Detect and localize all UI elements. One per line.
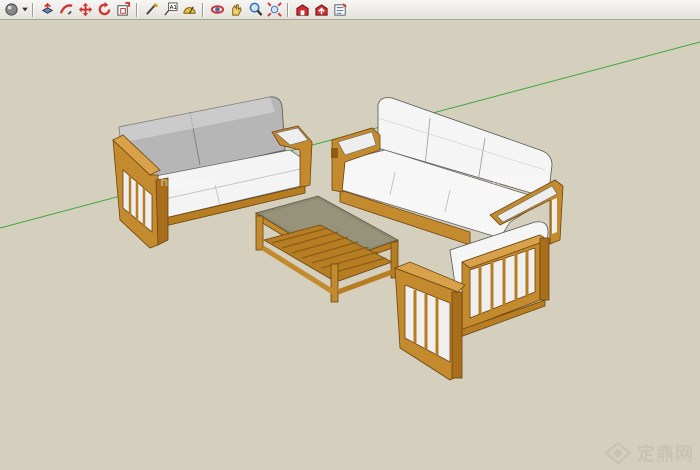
- follow-me-button[interactable]: [57, 1, 76, 19]
- protractor-icon: [183, 6, 196, 14]
- zoom-button[interactable]: [246, 1, 265, 19]
- armchair[interactable]: [393, 221, 550, 381]
- orbit-icon: [5, 3, 18, 16]
- site-watermark: 定鼎网: [605, 440, 694, 466]
- warehouse-icon: [296, 4, 309, 16]
- model-viewport[interactable]: hibimer hibimer 定鼎网: [0, 21, 700, 470]
- toolbar-group-warehouse: [293, 1, 350, 19]
- tape-measure-icon: [146, 2, 159, 15]
- scene-canvas: hibimer hibimer: [0, 41, 700, 381]
- zoom-extents-button[interactable]: [265, 1, 284, 19]
- scene-watermark-left: hibimer: [160, 175, 212, 189]
- zoom-icon: [249, 2, 263, 16]
- share-model-button[interactable]: [312, 1, 331, 19]
- rotate-button[interactable]: [95, 1, 114, 19]
- toolbar-separator: [287, 2, 289, 17]
- warehouse-button[interactable]: [293, 1, 312, 19]
- text-tool-label: A1: [170, 5, 178, 11]
- zoom-extents-icon: [267, 2, 282, 17]
- pan-icon: [232, 4, 242, 16]
- rotate-icon: [98, 2, 111, 16]
- site-logo-icon: [605, 442, 631, 464]
- text-button[interactable]: A1: [161, 1, 180, 19]
- dropdown-arrow-icon: [22, 7, 28, 12]
- toolbar-group-view: [208, 1, 284, 19]
- toolbar-group-construct: A1: [142, 1, 199, 19]
- site-watermark-text: 定鼎网: [637, 444, 694, 465]
- follow-me-icon: [59, 4, 73, 15]
- toolbar-separator: [136, 2, 138, 17]
- push-pull-icon: [41, 2, 54, 14]
- offset-button[interactable]: [114, 1, 133, 19]
- toolbar-group-camera: [2, 1, 29, 19]
- text-icon: A1: [164, 2, 178, 16]
- protractor-button[interactable]: [180, 1, 199, 19]
- dropdown-button[interactable]: [21, 1, 29, 19]
- toolbar-group-edit: [38, 1, 133, 19]
- extension-warehouse-button[interactable]: [331, 1, 350, 19]
- push-pull-button[interactable]: [38, 1, 57, 19]
- toolbar-separator: [32, 2, 34, 17]
- move-icon: [78, 2, 93, 17]
- orbit-tool-icon: [210, 5, 225, 14]
- tape-measure-button[interactable]: [142, 1, 161, 19]
- orbit-button[interactable]: [2, 1, 21, 19]
- toolbar-separator: [202, 2, 204, 17]
- share-model-icon: [315, 4, 328, 16]
- scene-watermark-right: hibimer: [492, 173, 544, 187]
- move-button[interactable]: [76, 1, 95, 19]
- pan-button[interactable]: [227, 1, 246, 19]
- toolbar: A1: [0, 0, 700, 20]
- offset-icon: [117, 2, 131, 16]
- orbit-tool-button[interactable]: [208, 1, 227, 19]
- extension-warehouse-icon: [334, 2, 348, 16]
